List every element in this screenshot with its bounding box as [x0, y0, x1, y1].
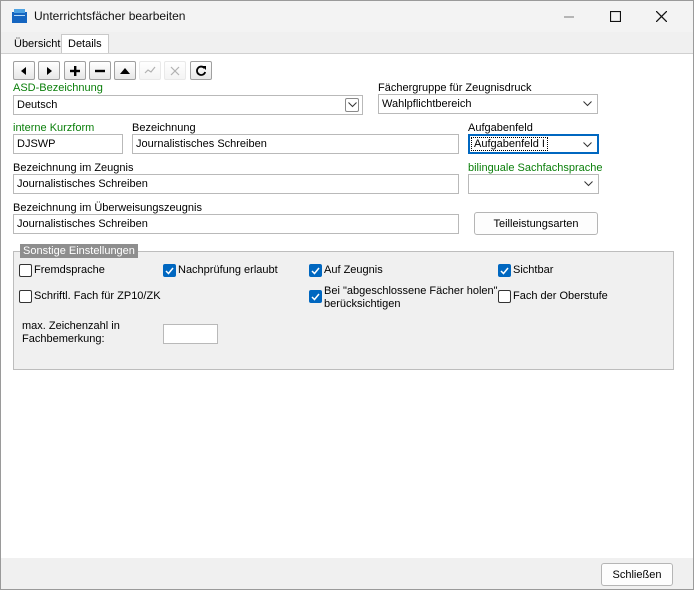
auf-zeugnis-label: Auf Zeugnis — [324, 264, 383, 276]
previous-record-button[interactable] — [13, 61, 35, 80]
chevron-down-icon[interactable] — [580, 138, 594, 152]
max-zeichenzahl-field[interactable] — [163, 324, 218, 344]
chevron-down-icon[interactable] — [581, 177, 595, 191]
next-record-button[interactable] — [38, 61, 60, 80]
kurzform-label: interne Kurzform — [13, 122, 95, 134]
sonstige-einstellungen-title: Sonstige Einstellungen — [20, 244, 138, 258]
refresh-icon — [196, 65, 207, 76]
arrow-right-icon — [47, 66, 52, 75]
sichtbar-label: Sichtbar — [513, 264, 554, 276]
fremdsprache-checkbox[interactable] — [19, 264, 32, 277]
bilingual-combobox[interactable] — [468, 174, 599, 194]
tab-uebersicht[interactable]: Übersicht — [7, 34, 67, 54]
cancel-button[interactable] — [164, 61, 186, 80]
sichtbar-checkbox[interactable] — [498, 264, 511, 277]
asd-combobox[interactable]: Deutsch — [13, 95, 363, 115]
auf-zeugnis-checkbox[interactable] — [309, 264, 322, 277]
delete-record-button[interactable] — [89, 61, 111, 80]
maximize-icon — [609, 11, 621, 22]
close-window-button[interactable] — [638, 1, 684, 32]
schliessen-button[interactable]: Schließen — [601, 563, 673, 586]
minimize-button[interactable] — [546, 1, 592, 32]
asd-label: ASD-Bezeichnung — [13, 82, 103, 94]
check-icon — [165, 267, 174, 275]
abgeschlossene-faecher-label-line2: berücksichtigen — [324, 298, 401, 310]
arrow-up-icon — [120, 67, 130, 74]
nachpruefung-label: Nachprüfung erlaubt — [178, 264, 278, 276]
max-zeichenzahl-label-line2: Fachbemerkung: — [22, 333, 105, 345]
max-zeichenzahl-label-line1: max. Zeichenzahl in — [22, 320, 120, 332]
check-icon — [311, 293, 320, 301]
save-button[interactable] — [139, 61, 161, 80]
chevron-down-icon[interactable] — [580, 97, 594, 111]
footer-bar — [1, 558, 693, 589]
plus-icon — [70, 65, 80, 76]
chevron-down-icon[interactable] — [345, 98, 359, 112]
zeugnis-field[interactable]: Journalistisches Schreiben — [13, 174, 459, 194]
ueberweisung-label: Bezeichnung im Überweisungszeugnis — [13, 202, 202, 214]
asd-value: Deutsch — [17, 99, 58, 111]
tab-bar: Übersicht Details — [1, 32, 693, 54]
tab-details[interactable]: Details — [61, 34, 109, 54]
maximize-button[interactable] — [592, 1, 638, 32]
aufgabenfeld-label: Aufgabenfeld — [468, 122, 533, 134]
oberstufe-label: Fach der Oberstufe — [513, 290, 608, 302]
minus-icon — [95, 69, 105, 72]
abgeschlossene-faecher-checkbox[interactable] — [309, 290, 322, 303]
cancel-icon — [170, 66, 180, 75]
faechergruppe-combobox[interactable]: Wahlpflichtbereich — [378, 94, 598, 114]
nachpruefung-checkbox[interactable] — [163, 264, 176, 277]
faechergruppe-label: Fächergruppe für Zeugnisdruck — [378, 82, 532, 94]
check-icon — [500, 267, 509, 275]
bezeichnung-field[interactable]: Journalistisches Schreiben — [132, 134, 459, 154]
app-icon — [12, 9, 27, 23]
ueberweisung-field[interactable]: Journalistisches Schreiben — [13, 214, 459, 234]
move-up-button[interactable] — [114, 61, 136, 80]
kurzform-field[interactable]: DJSWP — [13, 134, 123, 154]
check-icon — [311, 267, 320, 275]
refresh-button[interactable] — [190, 61, 212, 80]
schriftl-fach-checkbox[interactable] — [19, 290, 32, 303]
window-title: Unterrichtsfächer bearbeiten — [34, 9, 186, 23]
close-icon — [655, 11, 667, 22]
teilleistungsarten-button[interactable]: Teilleistungsarten — [474, 212, 598, 235]
faechergruppe-value: Wahlpflichtbereich — [382, 98, 472, 110]
bilingual-label: bilinguale Sachfachsprache — [468, 162, 603, 174]
fremdsprache-label: Fremdsprache — [34, 264, 105, 276]
dialog-window: Unterrichtsfächer bearbeiten Übersicht D… — [0, 0, 694, 590]
schriftl-fach-label: Schriftl. Fach für ZP10/ZK — [34, 290, 161, 302]
arrow-left-icon — [21, 66, 26, 75]
aufgabenfeld-combobox[interactable]: Aufgabenfeld I — [468, 134, 599, 154]
oberstufe-checkbox[interactable] — [498, 290, 511, 303]
bezeichnung-label: Bezeichnung — [132, 122, 196, 134]
add-record-button[interactable] — [64, 61, 86, 80]
abgeschlossene-faecher-label-line1: Bei "abgeschlossene Fächer holen" — [324, 285, 498, 297]
aufgabenfeld-value: Aufgabenfeld I — [471, 137, 548, 151]
minimize-icon — [564, 16, 574, 17]
zeugnis-label: Bezeichnung im Zeugnis — [13, 162, 134, 174]
title-bar[interactable]: Unterrichtsfächer bearbeiten — [1, 1, 693, 32]
check-icon — [144, 66, 156, 73]
